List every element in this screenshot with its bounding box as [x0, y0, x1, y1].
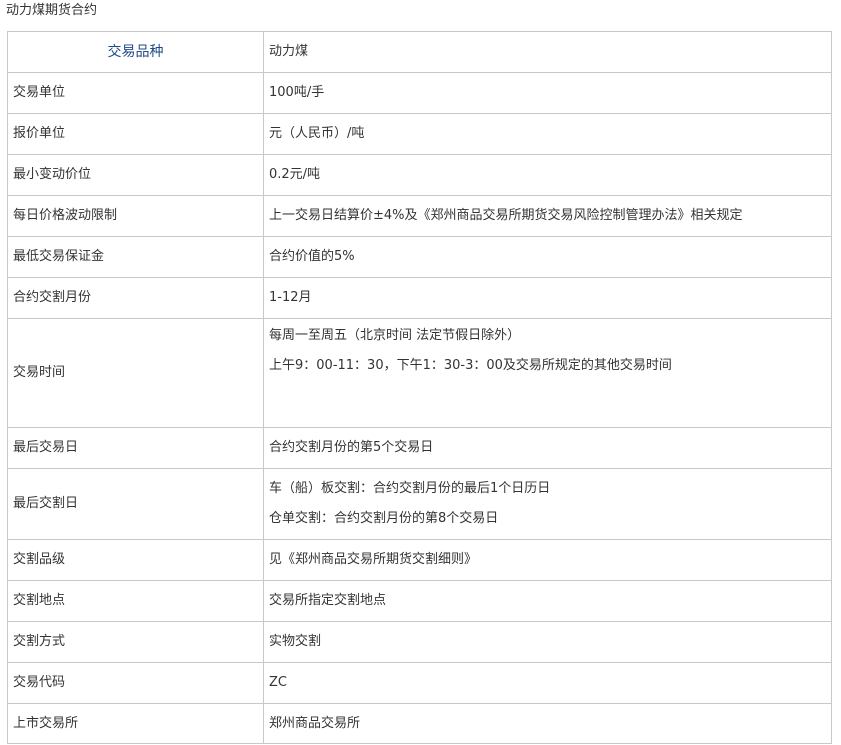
row-value-last-delivery-day: 车（船）板交割：合约交割月份的最后1个日历日 仓单交割：合约交割月份的第8个交易… [263, 468, 832, 540]
row-value-quote-unit: 元（人民币）/吨 [263, 113, 832, 155]
table-row: 最后交割日 车（船）板交割：合约交割月份的最后1个日历日 仓单交割：合约交割月份… [7, 468, 832, 540]
row-value-trading-unit: 100吨/手 [263, 72, 832, 114]
row-value-margin: 合约价值的5% [263, 236, 832, 278]
row-value-trading-hours: 每周一至周五（北京时间 法定节假日除外） 上午9：00-11：30，下午1：30… [263, 318, 832, 428]
table-row: 上市交易所 郑州商品交易所 [7, 703, 832, 744]
table-row: 最低交易保证金 合约价值的5% [7, 236, 832, 278]
table-row: 最小变动价位 0.2元/吨 [7, 154, 832, 196]
row-value-delivery-location: 交易所指定交割地点 [263, 580, 832, 622]
row-label-quote-unit: 报价单位 [7, 113, 264, 155]
table-row: 交易单位 100吨/手 [7, 72, 832, 114]
table-row: 最后交易日 合约交割月份的第5个交易日 [7, 427, 832, 469]
table-row: 合约交割月份 1-12月 [7, 277, 832, 319]
row-value-exchange: 郑州商品交易所 [263, 703, 832, 744]
row-label-tick-size: 最小变动价位 [7, 154, 264, 196]
table-row: 每日价格波动限制 上一交易日结算价±4%及《郑州商品交易所期货交易风险控制管理办… [7, 195, 832, 237]
row-label-delivery-method: 交割方式 [7, 621, 264, 663]
table-row: 交易代码 ZC [7, 662, 832, 704]
header-label-cell: 交易品种 [7, 31, 264, 73]
row-label-price-limit: 每日价格波动限制 [7, 195, 264, 237]
row-label-last-delivery-day: 最后交割日 [7, 468, 264, 540]
page-title: 动力煤期货合约 [6, 3, 98, 18]
last-delivery-line-1: 车（船）板交割：合约交割月份的最后1个日历日 [269, 481, 551, 496]
row-value-delivery-grade: 见《郑州商品交易所期货交割细则》 [263, 539, 832, 581]
row-value-price-limit: 上一交易日结算价±4%及《郑州商品交易所期货交易风险控制管理办法》相关规定 [263, 195, 832, 237]
row-value-delivery-months: 1-12月 [263, 277, 832, 319]
table-row: 交割地点 交易所指定交割地点 [7, 580, 832, 622]
row-label-margin: 最低交易保证金 [7, 236, 264, 278]
row-value-trading-code: ZC [263, 662, 832, 704]
row-label-exchange: 上市交易所 [7, 703, 264, 744]
row-label-delivery-months: 合约交割月份 [7, 277, 264, 319]
header-value-cell: 动力煤 [263, 31, 832, 73]
last-delivery-line-2: 仓单交割：合约交割月份的第8个交易日 [269, 511, 499, 526]
row-label-last-trading-day: 最后交易日 [7, 427, 264, 469]
row-label-delivery-location: 交割地点 [7, 580, 264, 622]
table-row: 报价单位 元（人民币）/吨 [7, 113, 832, 155]
trading-hours-line-2: 上午9：00-11：30，下午1：30-3：00及交易所规定的其他交易时间 [269, 358, 672, 373]
row-label-trading-unit: 交易单位 [7, 72, 264, 114]
row-label-trading-code: 交易代码 [7, 662, 264, 704]
row-value-last-trading-day: 合约交割月份的第5个交易日 [263, 427, 832, 469]
table-row: 交割品级 见《郑州商品交易所期货交割细则》 [7, 539, 832, 581]
table-row: 交易时间 每周一至周五（北京时间 法定节假日除外） 上午9：00-11：30，下… [7, 318, 832, 428]
row-label-trading-hours: 交易时间 [7, 318, 264, 428]
row-value-delivery-method: 实物交割 [263, 621, 832, 663]
trading-hours-line-1: 每周一至周五（北京时间 法定节假日除外） [269, 328, 521, 343]
table-header-row: 交易品种 动力煤 [7, 31, 832, 73]
contract-spec-table: 交易品种 动力煤 交易单位 100吨/手 报价单位 元（人民币）/吨 最小变动价… [7, 31, 832, 744]
table-row: 交割方式 实物交割 [7, 621, 832, 663]
row-value-tick-size: 0.2元/吨 [263, 154, 832, 196]
row-label-delivery-grade: 交割品级 [7, 539, 264, 581]
